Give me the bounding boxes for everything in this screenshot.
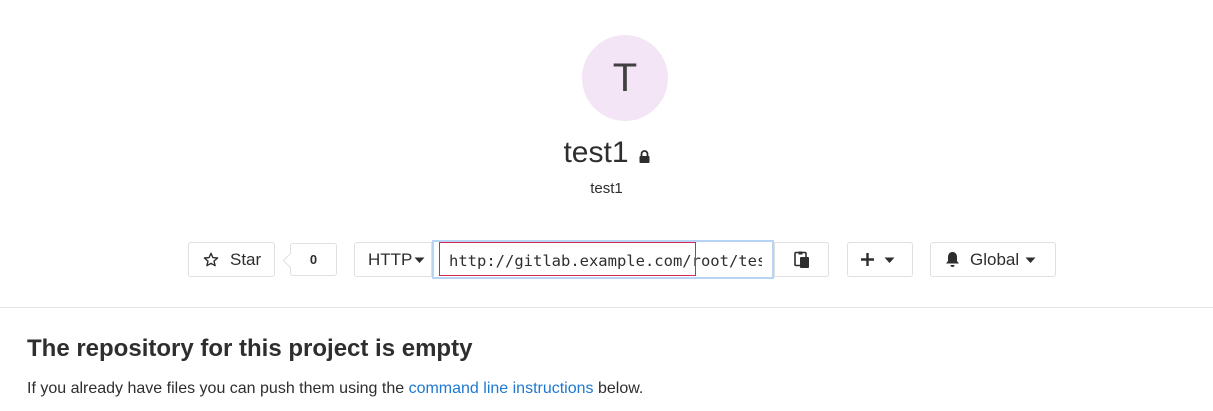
protocol-label: HTTP [368,249,413,269]
star-icon [203,252,219,268]
empty-repo-text-after: below. [593,380,644,397]
project-description: test1 [590,180,623,197]
caret-down-icon [884,256,895,264]
star-count-value: 0 [309,252,318,267]
star-label: Star [230,249,262,269]
empty-repo-heading: The repository for this project is empty [27,335,473,362]
protocol-dropdown[interactable]: HTTP [354,242,432,277]
lock-icon [639,149,650,163]
notification-dropdown[interactable]: Global [930,242,1056,277]
command-line-instructions-link[interactable]: command line instructions [409,380,594,397]
project-avatar: T [582,35,668,121]
empty-repo-message: If you already have files you can push t… [27,380,643,398]
caret-down-icon [414,256,425,264]
empty-repo-text-before: If you already have files you can push t… [27,380,409,397]
plus-icon [860,252,875,267]
avatar-letter: T [612,55,638,100]
bell-icon [945,251,960,268]
project-title: test1 [563,136,629,169]
notification-label: Global [970,249,1020,269]
project-title-row: test1 [0,133,1213,173]
star-count[interactable]: 0 [290,243,337,276]
caret-down-icon [1025,256,1036,264]
clipboard-icon [793,251,811,269]
copy-url-button[interactable] [774,242,829,277]
clone-url-field-wrapper [432,240,774,279]
new-item-dropdown[interactable] [847,242,913,277]
section-divider [0,307,1213,308]
star-button[interactable]: Star [188,242,275,277]
clone-url-input[interactable] [440,248,762,273]
